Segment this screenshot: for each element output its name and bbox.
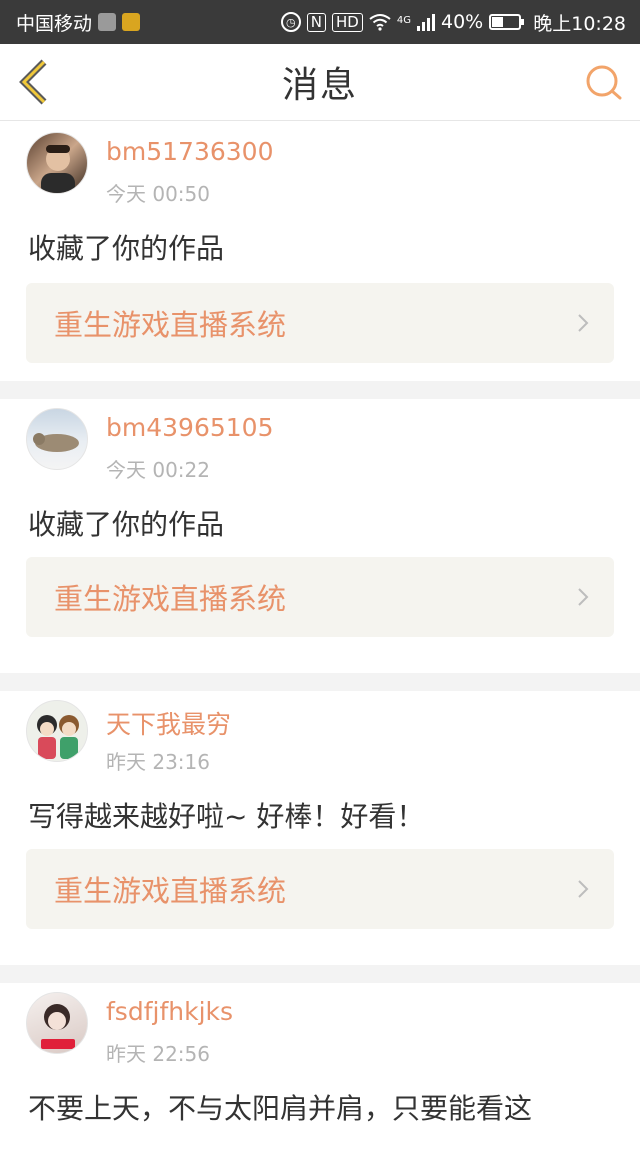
timestamp: 昨天 22:56 (106, 1042, 210, 1066)
message-card: fsdfjfhkjks 昨天 22:56 不要上天，不与太阳肩并肩，只要能看这 (0, 983, 640, 1163)
card-separator (0, 673, 640, 691)
nav-bar: 消息 (0, 44, 640, 121)
app-icon (122, 13, 141, 31)
message-text: 不要上天，不与太阳肩并肩，只要能看这 (28, 1092, 533, 1125)
hd-icon: HD (332, 12, 363, 32)
avatar[interactable] (26, 408, 88, 470)
work-title: 重生游戏直播系统 (54, 874, 287, 908)
message-text: 收藏了你的作品 (28, 232, 225, 265)
status-bar: 中国移动 ◷ N HD 4G 40% 晚上10:28 (0, 0, 640, 44)
chevron-right-icon (578, 880, 589, 898)
shield-icon (98, 13, 117, 31)
timestamp: 今天 00:22 (106, 458, 210, 482)
message-text: 写得越来越好啦~ 好棒！好看！ (28, 800, 425, 833)
battery-icon (489, 14, 525, 30)
username[interactable]: bm43965105 (106, 413, 273, 442)
username[interactable]: bm51736300 (106, 137, 273, 166)
work-link[interactable]: 重生游戏直播系统 (26, 849, 614, 929)
timestamp: 昨天 23:16 (106, 750, 210, 774)
username[interactable]: fsdfjfhkjks (106, 997, 233, 1026)
card-separator (0, 965, 640, 983)
work-title: 重生游戏直播系统 (54, 308, 287, 342)
chevron-right-icon (578, 314, 589, 332)
signal-icon (417, 13, 435, 31)
carrier-label: 中国移动 (16, 12, 93, 35)
alarm-icon: ◷ (280, 12, 301, 32)
timestamp: 今天 00:50 (106, 182, 210, 206)
page-title: 消息 (281, 65, 358, 106)
avatar[interactable] (26, 700, 88, 762)
avatar[interactable] (26, 132, 88, 194)
search-icon[interactable] (584, 62, 624, 102)
message-feed: bm51736300 今天 00:50 收藏了你的作品 重生游戏直播系统 bm4… (0, 121, 640, 1163)
battery-percent: 40% (441, 11, 484, 33)
clock: 晚上10:28 (533, 12, 626, 35)
card-separator (0, 381, 640, 399)
network-type: 4G (396, 14, 411, 26)
avatar[interactable] (26, 992, 88, 1054)
chevron-left-icon[interactable] (18, 58, 52, 106)
work-title: 重生游戏直播系统 (54, 582, 287, 616)
message-text: 收藏了你的作品 (28, 508, 225, 541)
chevron-right-icon (578, 588, 589, 606)
message-card: 天下我最穷 昨天 23:16 写得越来越好啦~ 好棒！好看！ 重生游戏直播系统 (0, 691, 640, 965)
wifi-icon (369, 14, 391, 31)
work-link[interactable]: 重生游戏直播系统 (26, 557, 614, 637)
nfc-icon: N (306, 12, 327, 32)
username[interactable]: 天下我最穷 (106, 705, 231, 741)
message-card: bm51736300 今天 00:50 收藏了你的作品 重生游戏直播系统 (0, 121, 640, 381)
message-card: bm43965105 今天 00:22 收藏了你的作品 重生游戏直播系统 (0, 399, 640, 673)
work-link[interactable]: 重生游戏直播系统 (26, 283, 614, 363)
